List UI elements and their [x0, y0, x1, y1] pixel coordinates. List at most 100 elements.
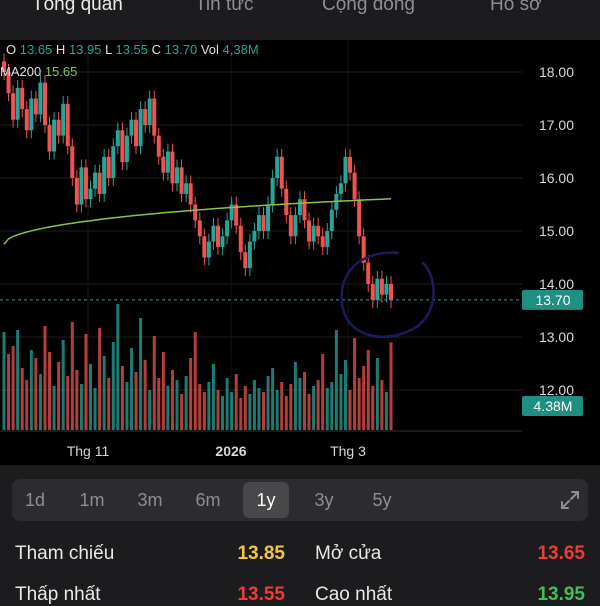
candle — [206, 241, 211, 258]
range-3m[interactable]: 3m — [127, 479, 173, 521]
volume-bar — [307, 394, 311, 430]
volume-bar — [202, 392, 206, 430]
range-6m[interactable]: 6m — [185, 479, 231, 521]
ma-legend-value: 15.65 — [44, 64, 78, 79]
volume-bar — [52, 386, 56, 430]
volume-bar — [25, 380, 29, 430]
volume-bar — [216, 390, 220, 430]
candle — [70, 146, 75, 178]
volume-legend-label: Vol — [200, 42, 219, 57]
candle — [247, 241, 252, 269]
tab-profile[interactable]: Hồ sơ — [490, 0, 542, 16]
volume-bar — [29, 350, 33, 430]
range-1y[interactable]: 1y — [243, 482, 289, 518]
y-tick-label: 15.00 — [539, 223, 574, 239]
volume-bar — [284, 396, 288, 430]
x-tick-label: 2026 — [215, 443, 246, 459]
volume-bar — [321, 354, 325, 430]
high-legend-label: H — [55, 42, 66, 57]
volume-bar — [343, 360, 347, 430]
volume-bar — [289, 384, 293, 430]
candle — [147, 98, 152, 125]
candle — [170, 151, 175, 184]
candle — [111, 146, 116, 178]
candle — [220, 236, 225, 247]
current-volume-label: 4.38M — [534, 398, 573, 414]
candle — [215, 225, 220, 247]
candle — [329, 209, 334, 231]
candle — [124, 135, 129, 163]
low-price-label: Thấp nhất — [15, 584, 101, 605]
close-legend-label: C — [151, 42, 162, 57]
candle — [375, 278, 380, 300]
volume-bar — [193, 332, 197, 430]
candle — [243, 252, 248, 269]
ma-legend: MA200 15.65 — [0, 64, 77, 79]
candle — [370, 284, 375, 300]
ohlc-legend: O 13.65 H 13.95 L 13.55 C 13.70 Vol 4,38… — [6, 42, 259, 57]
price-chart[interactable]: 18.00 17.00 16.00 15.00 14.00 13.00 12.00 13.70… — [0, 40, 600, 465]
tab-news[interactable]: Tin tức — [195, 0, 253, 16]
expand-icon[interactable] — [558, 488, 582, 512]
volume-bar — [34, 358, 38, 430]
candle — [24, 109, 29, 131]
volume-bar — [184, 376, 188, 430]
volume-bar — [362, 366, 366, 430]
volume-bar — [221, 396, 225, 430]
volume-bar — [16, 330, 20, 430]
volume-bar — [252, 380, 256, 430]
volume-bar — [75, 370, 79, 430]
candle — [93, 172, 98, 189]
open-legend-label: O — [6, 42, 17, 57]
candle — [252, 231, 257, 242]
candle — [156, 135, 161, 157]
volume-bar — [234, 374, 238, 430]
volume-bar — [166, 386, 170, 430]
time-range-selector: 1d 1m 3m 6m 1y 3y 5y — [12, 479, 588, 521]
candle — [79, 167, 84, 205]
candle — [343, 156, 348, 184]
candle — [338, 183, 343, 194]
volume-bar — [89, 364, 93, 430]
volume-bar — [380, 380, 384, 430]
tab-community[interactable]: Cộng đồng — [322, 0, 415, 16]
volume-bar — [366, 350, 370, 430]
range-1m[interactable]: 1m — [69, 479, 115, 521]
candle — [348, 156, 353, 173]
range-1d[interactable]: 1d — [12, 479, 58, 521]
volume-bar — [243, 386, 247, 430]
candle — [61, 103, 66, 136]
candlestick-chart[interactable]: 18.00 17.00 16.00 15.00 14.00 13.00 12.00 13.70… — [0, 40, 600, 465]
candle — [293, 215, 298, 237]
volume-bar — [20, 368, 24, 430]
tab-overview[interactable]: Tổng quan — [32, 0, 123, 16]
volume-bar — [375, 358, 379, 430]
volume-bar — [93, 388, 97, 430]
candle — [120, 130, 125, 163]
candle — [15, 87, 20, 120]
candle — [129, 119, 134, 136]
volume-bar — [189, 358, 193, 430]
volume-bar — [257, 388, 261, 430]
hand-drawn-circle — [340, 251, 435, 339]
candle — [83, 167, 88, 200]
candle — [161, 156, 166, 173]
candle — [211, 225, 216, 242]
volume-bar — [275, 390, 279, 430]
volume-bar — [98, 328, 102, 430]
volume-bar — [280, 382, 284, 430]
volume-bar — [271, 368, 275, 430]
candle — [47, 125, 52, 152]
open-price-label: Mở cửa — [315, 543, 382, 564]
volume-bar — [79, 384, 83, 430]
candle — [279, 156, 284, 189]
volume-bar — [262, 392, 266, 430]
volume-bar — [357, 378, 361, 430]
volume-bar — [48, 352, 52, 430]
volume-bar — [43, 326, 47, 430]
volume-bar — [298, 378, 302, 430]
candle — [88, 188, 93, 200]
low-price-value: 13.55 — [237, 584, 285, 605]
range-3y[interactable]: 3y — [301, 479, 347, 521]
range-5y[interactable]: 5y — [359, 479, 405, 521]
